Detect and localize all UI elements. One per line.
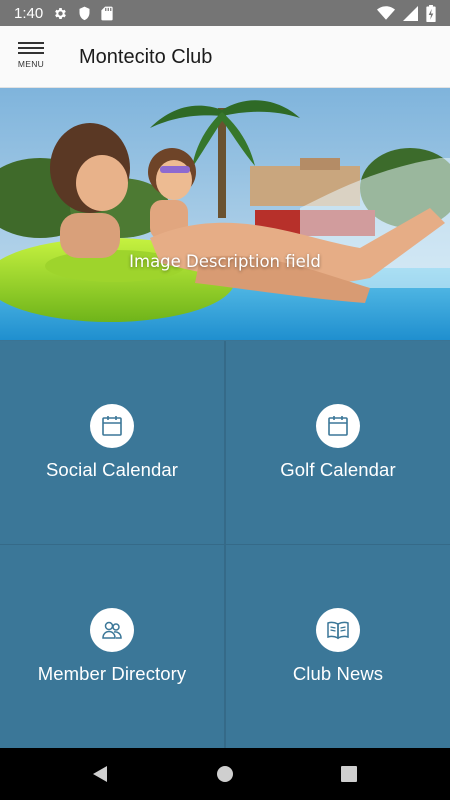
menu-grid: Social Calendar Golf Calendar Member Dir… [0,341,450,748]
status-bar: 1:40 [0,0,450,26]
back-icon [93,766,107,782]
recents-icon [341,766,357,782]
tile-social-calendar[interactable]: Social Calendar [0,341,224,544]
menu-button[interactable]: MENU [12,40,50,76]
tile-member-directory[interactable]: Member Directory [0,545,224,748]
shield-icon [78,6,91,21]
home-icon [217,766,233,782]
home-button[interactable] [195,748,255,800]
tile-label: Social Calendar [45,459,179,480]
page-title: Montecito Club [79,46,213,68]
recents-button[interactable] [319,748,379,800]
back-button[interactable] [70,748,130,800]
navigation-bar [0,748,450,800]
sd-card-icon [101,6,113,21]
tile-label: Golf Calendar [280,459,396,480]
hero-image: Image Description field [0,88,450,340]
tile-label: Club News [292,663,384,684]
wifi-icon [377,6,395,20]
book-icon [316,608,360,652]
tile-label: Member Directory [37,663,187,684]
hamburger-icon [18,40,44,54]
calendar-icon [90,404,134,448]
gear-icon [53,6,68,21]
app-bar: MENU Montecito Club [0,26,450,88]
calendar-icon [316,404,360,448]
people-icon [90,608,134,652]
status-time: 1:40 [14,4,44,22]
menu-label: MENU [17,59,45,69]
hero-caption: Image Description field [129,252,321,271]
tile-club-news[interactable]: Club News [226,545,450,748]
battery-icon [426,4,436,22]
tile-golf-calendar[interactable]: Golf Calendar [226,341,450,544]
signal-icon [403,5,418,21]
